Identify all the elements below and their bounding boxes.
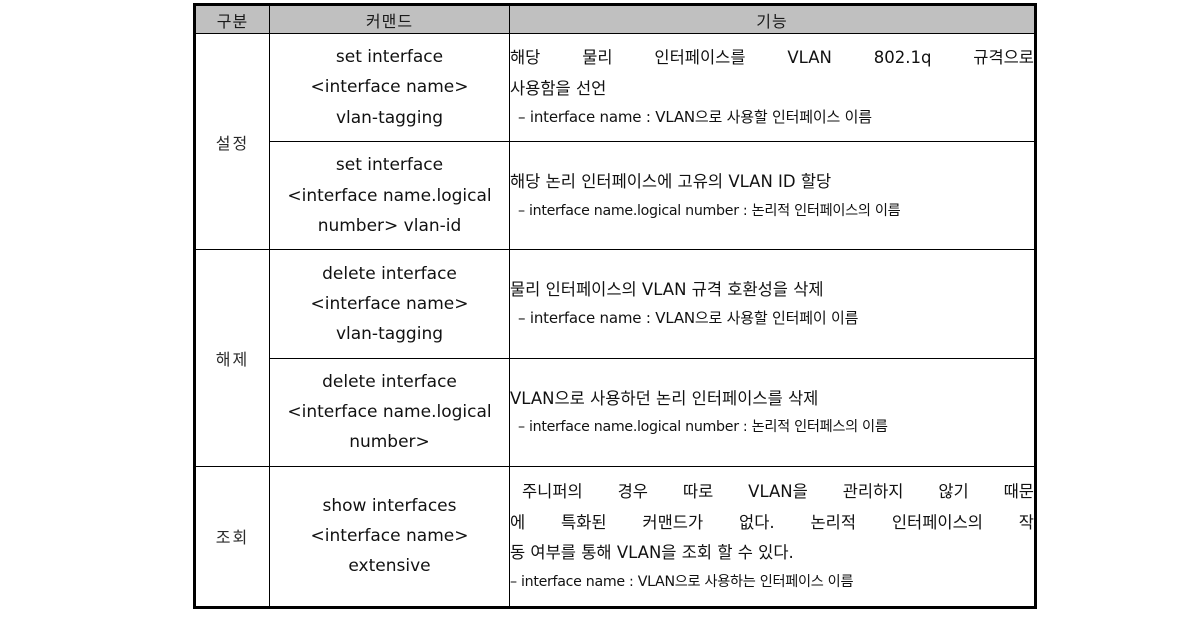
function-line: 에 특화된 커맨드가 없다. 논리적 인터페이스의 작 [510, 512, 1034, 532]
command-line: set interface [335, 155, 444, 176]
command-cell-2-0: show interfaces <interface name> extensi… [269, 465, 510, 609]
command-line: <interface name> [310, 293, 469, 314]
command-cell-1-1: delete interface <interface name.logical… [269, 357, 510, 467]
vlan-command-table-container: 구분 커맨드 기능 설정 set interface <interface na… [193, 3, 1037, 609]
function-cell-0-1: 해당 논리 인터페이스에 고유의 VLAN ID 할당 – interface … [509, 141, 1036, 251]
function-cell-0-0: 해당 물리 인터페이스를 VLAN 802.1q 규격으로 사용함을 선언 – … [509, 32, 1036, 143]
function-line: – interface name.logical number : 논리적 인터… [518, 419, 888, 436]
function-line: 동 여부를 통해 VLAN을 조회 할 수 있다. [510, 543, 794, 563]
table-row: 설정 set interface <interface name> vlan-t… [194, 32, 1036, 251]
function-line: 해당 물리 인터페이스를 VLAN 802.1q 규격으로 [510, 48, 1034, 68]
division-cell-1: 해제 [194, 249, 270, 467]
column-header-function: 기능 [509, 4, 1036, 34]
function-cell-1-0: 물리 인터페이스의 VLAN 규격 호환성을 삭제 – interface na… [509, 249, 1036, 359]
table-row: delete interface <interface name.logical… [195, 357, 1036, 467]
command-line: show interfaces [322, 495, 457, 516]
command-cell-0-1: set interface <interface name.logical nu… [269, 141, 510, 251]
table-header-row: 구분 커맨드 기능 [194, 4, 1036, 34]
command-line: <interface name.logical [287, 401, 492, 422]
command-line: delete interface [322, 263, 457, 284]
function-line: 해당 논리 인터페이스에 고유의 VLAN ID 할당 [510, 172, 832, 192]
function-line: 물리 인터페이스의 VLAN 규격 호환성을 삭제 [510, 279, 824, 299]
command-cell-1-0: delete interface <interface name> vlan-t… [269, 249, 510, 359]
command-line: <interface name.logical [287, 185, 492, 206]
command-line: extensive [348, 556, 431, 577]
column-header-command: 커맨드 [269, 4, 510, 34]
function-line: VLAN으로 사용하던 논리 인터페이스를 삭제 [510, 388, 819, 408]
table-header: 구분 커맨드 기능 [194, 4, 1036, 34]
column-header-division: 구분 [194, 4, 270, 34]
command-line: vlan-tagging [335, 107, 444, 128]
table-row: 해제 delete interface <interface name> vla… [194, 249, 1036, 467]
command-cell-0-0: set interface <interface name> vlan-tagg… [269, 32, 510, 143]
command-line: set interface [335, 47, 444, 68]
command-line: <interface name> [310, 526, 469, 547]
table-row: set interface <interface name.logical nu… [195, 141, 1036, 251]
vlan-command-table: 구분 커맨드 기능 설정 set interface <interface na… [193, 3, 1037, 609]
command-line: number> vlan-id [317, 215, 462, 236]
command-line: delete interface [322, 371, 457, 392]
function-line: – interface name : VLAN으로 사용하는 인터페이스 이름 [510, 573, 854, 590]
table-row: 조회 show interfaces <interface name> exte… [194, 465, 1036, 609]
function-line: 사용함을 선언 [510, 78, 607, 98]
function-cell-1-1: VLAN으로 사용하던 논리 인터페이스를 삭제 – interface nam… [509, 357, 1036, 467]
function-line: – interface name : VLAN으로 사용할 인터페이 이름 [518, 309, 859, 328]
division-cell-0: 설정 [194, 32, 270, 251]
function-line: 주니퍼의 경우 따로 VLAN을 관리하지 않기 때문 [522, 482, 1034, 502]
command-line: <interface name> [310, 77, 469, 98]
command-line: vlan-tagging [335, 324, 444, 345]
table-body: 설정 set interface <interface name> vlan-t… [194, 32, 1036, 609]
function-line: – interface name.logical number : 논리적 인터… [518, 202, 901, 219]
function-cell-2-0: 주니퍼의 경우 따로 VLAN을 관리하지 않기 때문 에 특화된 커맨드가 없… [509, 465, 1036, 609]
command-line: number> [349, 432, 430, 453]
function-line: – interface name : VLAN으로 사용할 인터페이스 이름 [518, 108, 872, 127]
division-cell-2: 조회 [194, 465, 270, 609]
